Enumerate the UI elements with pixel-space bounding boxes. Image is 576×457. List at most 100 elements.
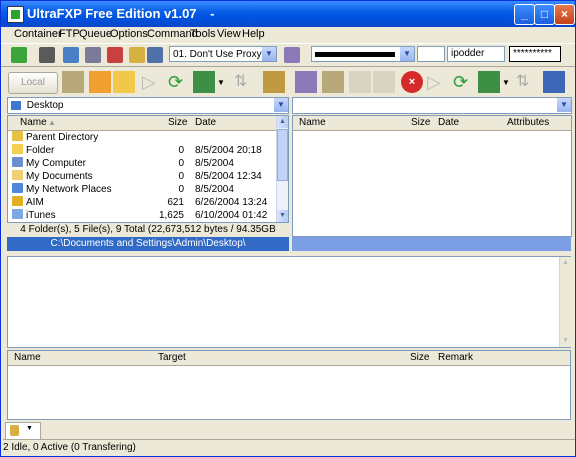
left-toolbar: Local ▷ ⟳ ▼ ⇅	[5, 68, 289, 96]
host-redacted	[315, 52, 395, 57]
file-size: 621	[167, 197, 184, 208]
folder-up-icon[interactable]	[373, 71, 395, 93]
database-icon[interactable]	[129, 47, 145, 63]
column-name[interactable]: Name	[299, 116, 326, 130]
chevron-down-icon[interactable]: ▼	[26, 425, 33, 432]
menu-help[interactable]: Help	[242, 28, 265, 40]
play-icon[interactable]: ▷	[427, 71, 449, 93]
transfer-icon[interactable]: ⇅	[234, 71, 256, 93]
chevron-down-icon[interactable]: ▼	[262, 47, 276, 61]
file-row[interactable]: Folder 0 8/5/2004 20:18	[8, 144, 278, 157]
left-status: 4 Folder(s), 5 File(s), 9 Total (22,673,…	[7, 223, 289, 249]
file-name: iTunes	[26, 210, 56, 221]
screen-icon[interactable]	[543, 71, 565, 93]
sort-asc-icon: ▲	[48, 118, 56, 127]
column-attributes[interactable]: Attributes	[507, 116, 549, 130]
title-bar[interactable]: UltraFXP Free Edition v1.07 - _ □ ×	[1, 1, 575, 27]
menu-options[interactable]: Options	[110, 28, 148, 40]
column-size[interactable]: Size	[411, 116, 430, 130]
log-icon[interactable]	[85, 47, 101, 63]
file-date: 8/5/2004 12:34	[195, 171, 262, 182]
site-manager-icon[interactable]	[63, 47, 79, 63]
left-list-header: Name ▲ Size Date	[8, 116, 276, 131]
column-name[interactable]: Name	[14, 351, 41, 365]
transfer-icon[interactable]: ⇅	[516, 71, 538, 93]
schedule-icon[interactable]	[107, 47, 123, 63]
menu-ftp[interactable]: FTP	[59, 28, 80, 40]
menu-queue[interactable]: Queue	[79, 28, 112, 40]
scroll-down-icon[interactable]: ▼	[277, 210, 288, 222]
local-button[interactable]: Local	[8, 72, 58, 94]
file-size: 1,625	[158, 210, 184, 221]
password-field[interactable]: **********	[509, 46, 561, 62]
port-field[interactable]	[417, 46, 445, 62]
left-location-select[interactable]: Desktop ▼	[7, 97, 289, 114]
left-file-list[interactable]: Name ▲ Size Date Parent Directory Folder 0…	[7, 115, 289, 223]
connect-pen-icon[interactable]	[295, 71, 317, 93]
column-remark[interactable]: Remark	[438, 351, 473, 365]
copy-icon[interactable]	[322, 71, 344, 93]
warning-icon[interactable]	[89, 71, 111, 93]
scroll-down-icon[interactable]: ▼	[560, 335, 571, 347]
menu-container[interactable]: Container	[14, 28, 62, 40]
proxy-select[interactable]: 01. Don't Use Proxy ▼	[169, 46, 277, 62]
maximize-button[interactable]: □	[534, 4, 555, 25]
column-date[interactable]: Date	[195, 116, 216, 130]
file-name: My Network Places	[26, 184, 112, 195]
minimize-button[interactable]: _	[514, 4, 535, 25]
file-date: 8/5/2004 20:18	[195, 145, 262, 156]
properties-icon[interactable]	[349, 71, 371, 93]
left-scrollbar[interactable]: ▲ ▼	[276, 116, 288, 222]
folder-icon	[12, 144, 23, 154]
monitor-icon[interactable]	[147, 47, 163, 63]
user-field[interactable]: ipodder	[447, 46, 505, 62]
app-icon	[7, 6, 24, 23]
column-date[interactable]: Date	[438, 116, 459, 130]
file-row[interactable]: My Network Places 0 8/5/2004	[8, 183, 278, 196]
scroll-up-icon[interactable]: ▲	[277, 116, 288, 128]
itunes-icon	[12, 209, 23, 219]
file-row[interactable]: My Computer 0 8/5/2004	[8, 157, 278, 170]
connect-icon[interactable]	[11, 47, 27, 63]
refresh-icon[interactable]: ⟳	[453, 71, 475, 93]
pen-icon[interactable]	[284, 47, 300, 63]
queue-panel[interactable]: Name Target Size Remark	[7, 350, 571, 420]
right-file-list[interactable]: Name Size Date Attributes	[292, 115, 572, 237]
host-select[interactable]: ▼	[311, 46, 415, 62]
folder-up-icon[interactable]	[113, 71, 135, 93]
scroll-up-icon[interactable]: ▲	[560, 257, 571, 269]
log-panel[interactable]: ▲ ▼	[7, 256, 571, 348]
menu-tools[interactable]: Tools	[190, 28, 216, 40]
chevron-down-icon[interactable]: ▼	[400, 47, 414, 61]
menu-view[interactable]: View	[217, 28, 241, 40]
file-size: 0	[178, 158, 184, 169]
refresh-icon[interactable]: ⟳	[168, 71, 190, 93]
play-icon[interactable]: ▷	[142, 71, 164, 93]
quick-connect-icon[interactable]	[39, 47, 55, 63]
view-mode-icon[interactable]	[478, 71, 500, 93]
log-scrollbar[interactable]: ▲ ▼	[559, 257, 571, 347]
right-location-select[interactable]: ▼	[292, 97, 572, 114]
view-mode-icon[interactable]	[193, 71, 215, 93]
chevron-down-icon[interactable]: ▼	[274, 98, 288, 112]
chevron-down-icon[interactable]: ▼	[557, 98, 571, 112]
scroll-thumb[interactable]	[277, 129, 288, 181]
view-dropdown-icon[interactable]: ▼	[502, 78, 510, 87]
file-row[interactable]: AIM 621 6/26/2004 13:24	[8, 196, 278, 209]
column-target[interactable]: Target	[158, 351, 186, 365]
view-dropdown-icon[interactable]: ▼	[217, 78, 225, 87]
column-size[interactable]: Size	[410, 351, 429, 365]
menu-bar: Container FTP Queue Options Command Tool…	[1, 27, 575, 43]
stop-icon[interactable]: ×	[401, 71, 423, 93]
file-row[interactable]: iTunes 1,625 6/10/2004 01:42	[8, 209, 278, 222]
app-window: UltraFXP Free Edition v1.07 - _ □ × Cont…	[0, 0, 576, 457]
close-button[interactable]: ×	[554, 4, 575, 25]
copy-icon[interactable]	[62, 71, 84, 93]
file-row[interactable]: Parent Directory	[8, 131, 278, 144]
upload-icon[interactable]	[263, 71, 285, 93]
column-name[interactable]: Name	[20, 116, 47, 130]
file-row[interactable]: My Documents 0 8/5/2004 12:34	[8, 170, 278, 183]
queue-tab[interactable]: ▼	[5, 422, 41, 439]
column-size[interactable]: Size	[168, 116, 187, 130]
file-date: 6/26/2004 13:24	[195, 197, 268, 208]
